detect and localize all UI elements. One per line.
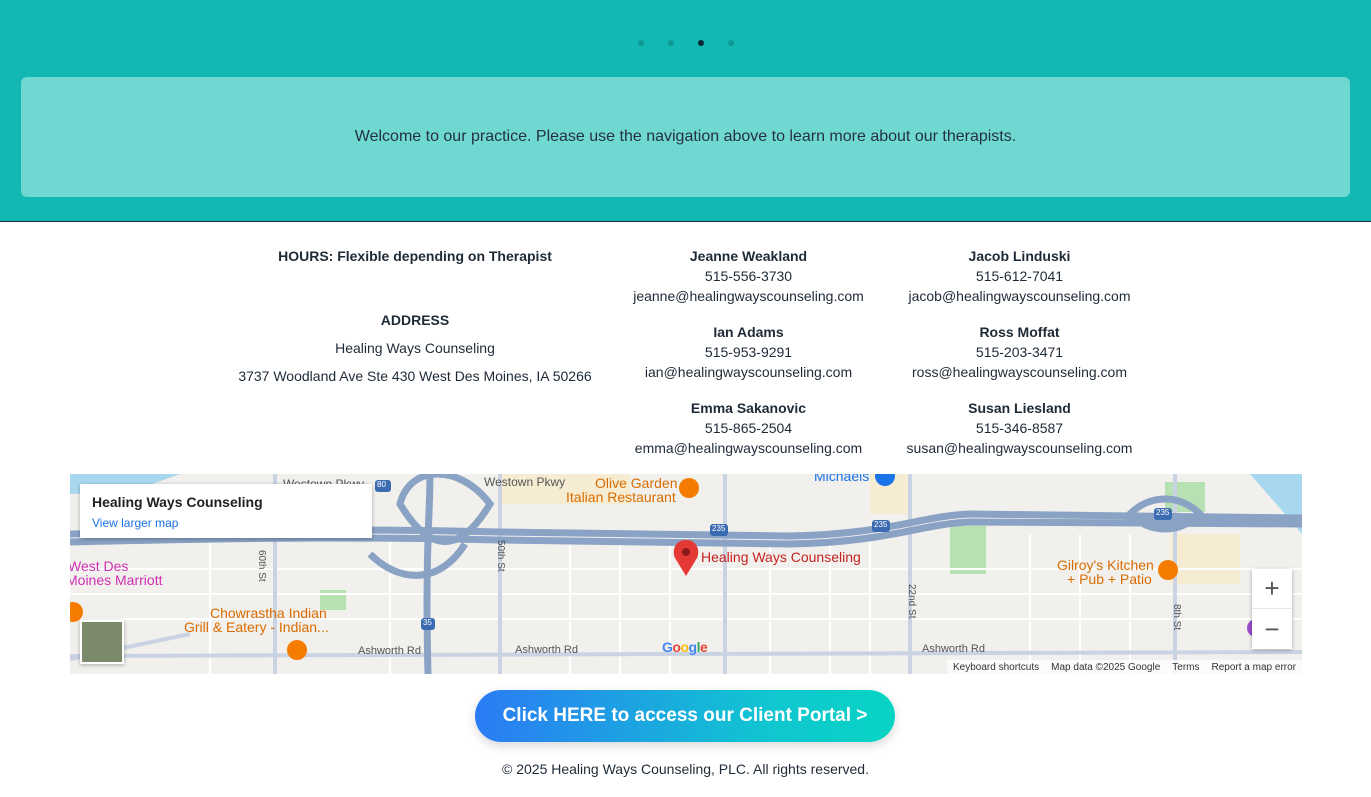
map-pin-icon[interactable] [673,540,699,576]
view-larger-map-link[interactable]: View larger map [92,516,178,530]
therapist-email[interactable]: jeanne@healingwayscounseling.com [633,288,864,304]
commercial-area [1170,534,1240,584]
terms-link[interactable]: Terms [1172,662,1199,673]
map-poi-label[interactable]: Moines Marriott [70,572,162,588]
therapist-card: Emma Sakanovic 515-865-2504 emma@healing… [613,398,884,458]
footer-copyright: © 2025 Healing Ways Counseling, PLC. All… [502,761,869,777]
map-road-label: Ashworth Rd [922,643,985,655]
map-attribution-bar: Keyboard shortcuts Map data ©2025 Google… [946,660,1302,674]
interstate-shield-label: 235 [712,524,726,533]
therapist-phone: 515-203-3471 [975,344,1064,360]
carousel-dot-3[interactable] [697,40,704,46]
carousel-dots [0,40,1371,46]
interstate-shield-label: 235 [1156,508,1170,517]
therapist-card: Ross Moffat 515-203-3471 ross@healingway… [884,322,1155,382]
therapist-phone: 515-865-2504 [704,420,793,436]
map-place-title: Healing Ways Counseling [92,494,263,510]
welcome-banner: Welcome to our practice. Please use the … [21,77,1350,197]
therapist-card: Ian Adams 515-953-9291 ian@healingwaysco… [613,322,884,382]
therapist-email[interactable]: ross@healingwayscounseling.com [912,364,1127,380]
therapist-name: Jeanne Weakland [689,248,808,264]
map-poi-label[interactable]: Michaels [814,474,869,484]
therapist-name: Jacob Linduski [968,248,1071,264]
welcome-text: Welcome to our practice. Please use the … [354,128,1017,145]
carousel-dot-4[interactable] [727,40,734,46]
therapist-name: Emma Sakanovic [690,400,807,416]
therapist-phone: 515-612-7041 [975,268,1064,284]
map-pin-center [682,548,690,556]
contact-info-section: HOURS: Flexible depending on Therapist A… [0,222,1371,472]
park-area [950,526,986,574]
address-heading: ADDRESS [380,312,450,328]
map-road-label: 8th St [1171,604,1182,631]
zoom-in-button[interactable]: + [1252,569,1292,609]
address-name: Healing Ways Counseling [335,340,495,356]
map-data-text: Map data ©2025 Google [1051,661,1161,673]
therapist-card: Jacob Linduski 515-612-7041 jacob@healin… [884,246,1155,306]
hours-text: HOURS: Flexible depending on Therapist [278,248,552,264]
client-portal-button[interactable]: Click HERE to access our Client Portal > [475,690,895,742]
map-road-label: Ashworth Rd [358,645,421,657]
therapist-phone: 515-953-9291 [704,344,793,360]
carousel-dot-2[interactable] [667,40,674,46]
zoom-out-button[interactable]: − [1252,609,1292,649]
zoom-controls: + − [1252,569,1292,649]
therapist-email[interactable]: emma@healingwayscounseling.com [635,440,862,456]
therapist-name: Ian Adams [713,324,784,340]
map-road-label: 50th St [495,540,506,572]
report-map-error-link[interactable]: Report a map error [1212,662,1296,673]
embedded-map[interactable]: Westown Pkwy Westown Pkwy Olive Garden I… [70,474,1302,674]
map-pin-label[interactable]: Healing Ways Counseling [701,549,861,565]
interstate-shield-label: 80 [377,480,386,489]
map-poi-label[interactable]: Grill & Eatery - Indian... [184,619,329,635]
restaurant-icon[interactable] [1158,560,1178,580]
therapist-card: Susan Liesland 515-346-8587 susan@healin… [884,398,1155,458]
map-road-label: 60th St [256,550,267,582]
restaurant-icon[interactable] [287,640,307,660]
map-place-card: Healing Ways Counseling View larger map [80,484,372,538]
satellite-toggle-button[interactable] [80,620,124,664]
interstate-shield-label: 35 [423,618,432,627]
keyboard-shortcuts-link[interactable]: Keyboard shortcuts [953,662,1039,673]
address-line: 3737 Woodland Ave Ste 430 West Des Moine… [238,368,592,384]
therapist-card: Jeanne Weakland 515-556-3730 jeanne@heal… [613,246,884,306]
carousel-dot-1[interactable] [637,40,644,46]
therapist-email[interactable]: jacob@healingwayscounseling.com [908,288,1130,304]
therapist-name: Susan Liesland [968,400,1071,416]
map-road-label: 22nd St [906,584,917,619]
map-poi-label[interactable]: Italian Restaurant [566,489,676,505]
restaurant-icon[interactable] [679,478,699,498]
therapist-name: Ross Moffat [979,324,1060,340]
map-poi-label[interactable]: + Pub + Patio [1067,571,1152,587]
map-road-label: Ashworth Rd [515,644,578,656]
therapist-email[interactable]: susan@healingwayscounseling.com [907,440,1133,456]
map-road-label: Westown Pkwy [484,475,566,489]
therapist-email[interactable]: ian@healingwayscounseling.com [645,364,852,380]
therapist-phone: 515-556-3730 [704,268,793,284]
hero-section: Welcome to our practice. Please use the … [0,0,1371,222]
therapist-phone: 515-346-8587 [975,420,1064,436]
interstate-shield-label: 235 [874,520,888,529]
google-logo: Google [662,639,708,655]
